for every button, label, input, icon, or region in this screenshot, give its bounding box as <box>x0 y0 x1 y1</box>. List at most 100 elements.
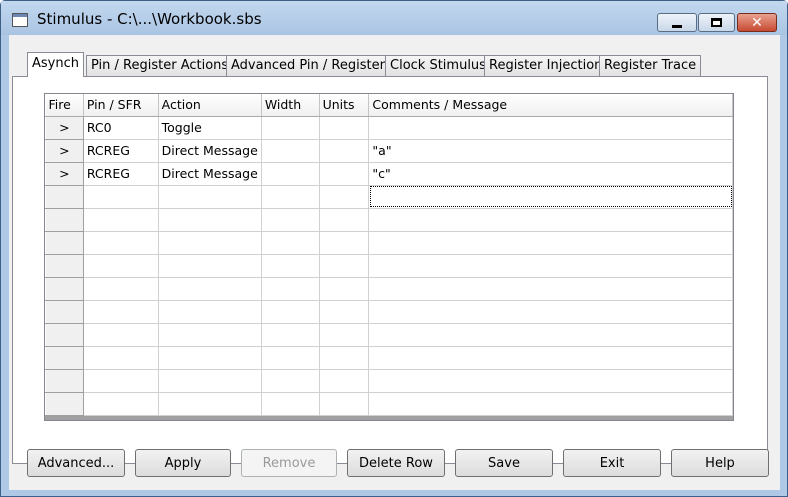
fire-button[interactable]: > <box>45 161 84 186</box>
comment-cell[interactable] <box>368 323 733 347</box>
pin-cell[interactable] <box>83 323 159 347</box>
pin-cell[interactable] <box>83 369 159 393</box>
column-header-action[interactable]: Action <box>158 94 262 117</box>
fire-button[interactable] <box>45 276 84 301</box>
fire-button[interactable] <box>45 299 84 324</box>
minimize-button[interactable] <box>657 13 697 32</box>
fire-button[interactable]: > <box>45 138 84 163</box>
width-cell[interactable] <box>261 162 320 186</box>
width-cell[interactable] <box>261 346 320 370</box>
units-cell[interactable] <box>319 162 370 186</box>
title-bar[interactable]: Stimulus - C:\...\Workbook.sbs ✕ <box>1 1 787 35</box>
pin-cell[interactable] <box>83 208 159 232</box>
comment-cell[interactable] <box>368 116 733 140</box>
comment-cell[interactable] <box>368 369 733 393</box>
fire-button[interactable] <box>45 322 84 347</box>
action-cell[interactable]: Toggle <box>158 116 262 140</box>
action-cell[interactable] <box>158 323 262 347</box>
fire-button[interactable]: > <box>45 115 84 140</box>
maximize-button[interactable] <box>698 13 735 32</box>
units-cell[interactable] <box>319 254 370 278</box>
units-cell[interactable] <box>319 116 370 140</box>
units-cell[interactable] <box>319 139 370 163</box>
help-button[interactable]: Help <box>671 449 769 477</box>
app-window-icon[interactable] <box>12 13 28 27</box>
pin-cell[interactable] <box>83 231 159 255</box>
comment-cell[interactable] <box>368 185 733 209</box>
close-button[interactable]: ✕ <box>737 13 777 32</box>
units-cell[interactable] <box>319 369 370 393</box>
remove-button[interactable]: Remove <box>241 449 337 477</box>
stimulus-grid[interactable]: Fire Pin / SFR Action Width Units Commen… <box>44 93 734 421</box>
pin-cell[interactable] <box>83 254 159 278</box>
pin-cell[interactable]: RCREG <box>83 139 159 163</box>
save-button[interactable]: Save <box>455 449 553 477</box>
width-cell[interactable] <box>261 277 320 301</box>
action-cell[interactable]: Direct Message <box>158 139 262 163</box>
exit-button[interactable]: Exit <box>563 449 661 477</box>
comment-cell[interactable] <box>368 208 733 232</box>
column-header-units[interactable]: Units <box>319 94 370 117</box>
width-cell[interactable] <box>261 323 320 347</box>
comment-cell[interactable]: "c" <box>368 162 733 186</box>
pin-cell[interactable] <box>83 346 159 370</box>
pin-cell[interactable] <box>83 300 159 324</box>
pin-cell[interactable]: RC0 <box>83 116 159 140</box>
tab-asynch[interactable]: Asynch <box>27 52 84 77</box>
action-cell[interactable] <box>158 231 262 255</box>
units-cell[interactable] <box>319 346 370 370</box>
width-cell[interactable] <box>261 254 320 278</box>
pin-cell[interactable] <box>83 185 159 209</box>
comment-cell[interactable] <box>368 300 733 324</box>
comment-cell[interactable] <box>368 392 733 416</box>
width-cell[interactable] <box>261 231 320 255</box>
comment-cell[interactable] <box>368 346 733 370</box>
comment-cell[interactable]: "a" <box>368 139 733 163</box>
comment-cell[interactable] <box>368 231 733 255</box>
units-cell[interactable] <box>319 185 370 209</box>
action-cell[interactable] <box>158 392 262 416</box>
action-cell[interactable] <box>158 208 262 232</box>
action-cell[interactable] <box>158 369 262 393</box>
fire-button[interactable] <box>45 345 84 370</box>
width-cell[interactable] <box>261 369 320 393</box>
advanced-button[interactable]: Advanced... <box>27 449 125 477</box>
action-cell[interactable] <box>158 300 262 324</box>
horizontal-scrollbar[interactable] <box>45 416 733 420</box>
action-cell[interactable] <box>158 346 262 370</box>
column-header-pin-sfr[interactable]: Pin / SFR <box>83 94 159 117</box>
units-cell[interactable] <box>319 208 370 232</box>
units-cell[interactable] <box>319 392 370 416</box>
delete-row-button[interactable]: Delete Row <box>347 449 445 477</box>
fire-button[interactable] <box>45 230 84 255</box>
units-cell[interactable] <box>319 277 370 301</box>
width-cell[interactable] <box>261 208 320 232</box>
apply-button[interactable]: Apply <box>135 449 231 477</box>
fire-button[interactable] <box>45 184 84 209</box>
column-header-width[interactable]: Width <box>261 94 320 117</box>
tab-advanced-pin-register[interactable]: Advanced Pin / Register <box>226 55 390 76</box>
fire-button[interactable] <box>45 207 84 232</box>
comment-cell[interactable] <box>368 254 733 278</box>
tab-register-injection[interactable]: Register Injection <box>484 55 608 76</box>
pin-cell[interactable] <box>83 277 159 301</box>
fire-button[interactable] <box>45 391 84 416</box>
comment-cell[interactable] <box>368 277 733 301</box>
pin-cell[interactable] <box>83 392 159 416</box>
width-cell[interactable] <box>261 185 320 209</box>
fire-button[interactable] <box>45 253 84 278</box>
tab-pin-register-actions[interactable]: Pin / Register Actions <box>86 55 234 76</box>
action-cell[interactable] <box>158 277 262 301</box>
action-cell[interactable]: Direct Message <box>158 162 262 186</box>
width-cell[interactable] <box>261 116 320 140</box>
width-cell[interactable] <box>261 392 320 416</box>
pin-cell[interactable]: RCREG <box>83 162 159 186</box>
fire-button[interactable] <box>45 368 84 393</box>
column-header-fire[interactable]: Fire <box>45 94 84 117</box>
column-header-comments[interactable]: Comments / Message <box>368 94 733 117</box>
tab-clock-stimulus[interactable]: Clock Stimulus <box>385 55 491 76</box>
action-cell[interactable] <box>158 185 262 209</box>
width-cell[interactable] <box>261 300 320 324</box>
tab-register-trace[interactable]: Register Trace <box>599 55 702 76</box>
units-cell[interactable] <box>319 231 370 255</box>
